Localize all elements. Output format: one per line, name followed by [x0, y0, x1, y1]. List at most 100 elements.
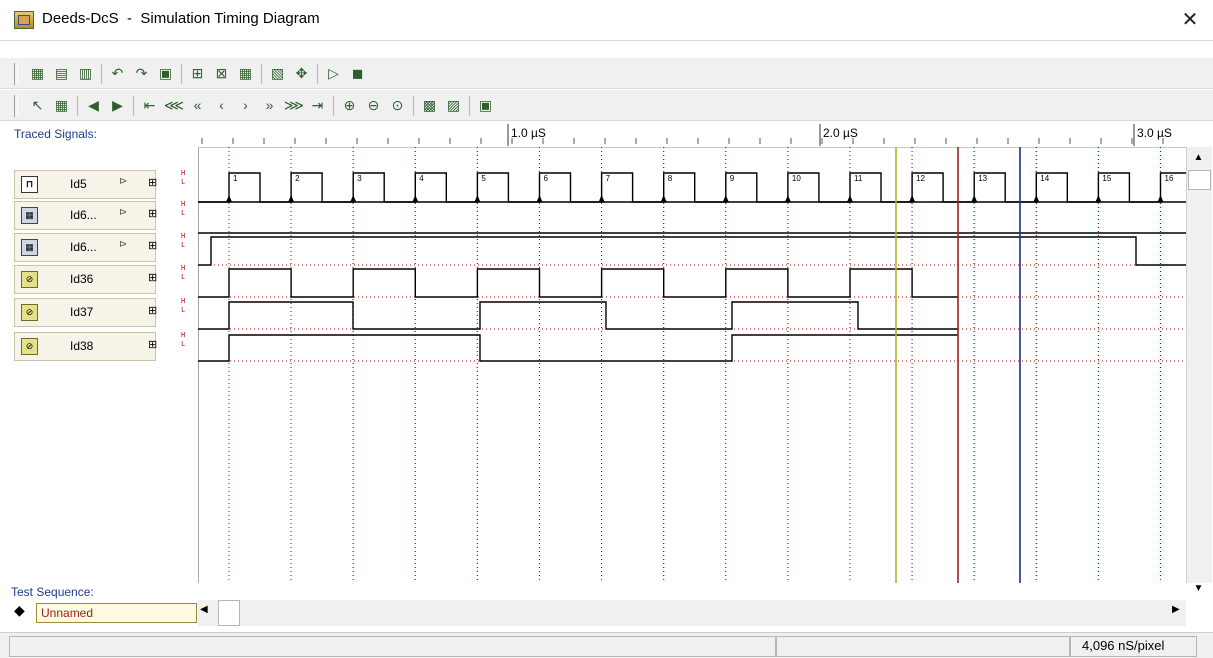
rising-edge-marker [350, 195, 357, 202]
play-icon[interactable]: ▷ [324, 64, 343, 83]
clock-cycle-label: 8 [668, 174, 673, 183]
rising-edge-marker [1095, 195, 1102, 202]
waveform-area[interactable]: 1 2 3 4 5 6 7 8 9 10 11 12 13 14 15 16 [198, 147, 1186, 583]
export-icon[interactable]: ▩ [420, 96, 439, 115]
signal-row[interactable]: ⊘ Id37 ⊞ [14, 298, 157, 327]
rising-edge-marker [226, 195, 232, 202]
forward-icon[interactable]: » [260, 96, 279, 115]
clock-cycle-label: 7 [606, 174, 611, 183]
grid-icon[interactable]: ▦ [52, 96, 71, 115]
rising-edge-marker [909, 195, 916, 202]
clock-cycle-label: 15 [1102, 174, 1111, 183]
step-forward-icon[interactable]: › [236, 96, 255, 115]
clock-cycle-label: 14 [1040, 174, 1049, 183]
zoom-fit-icon[interactable]: ⊙ [388, 96, 407, 115]
clock-cycle-label: 10 [792, 174, 801, 183]
scroll-left-icon[interactable]: ◀ [200, 604, 208, 615]
logic-probe-icon: ⊘ [21, 304, 38, 321]
fast-forward-icon[interactable]: ⋙ [284, 96, 304, 115]
stop-icon[interactable]: ◼ [348, 64, 367, 83]
rising-edge-marker [474, 195, 481, 202]
new-timing-icon[interactable]: ▦ [28, 64, 47, 83]
signal-id6b-waveform [198, 236, 1186, 266]
first-icon[interactable]: ⇤ [140, 96, 159, 115]
logic-probe-icon: ⊘ [21, 338, 38, 355]
settings-icon[interactable]: ▨ [444, 96, 463, 115]
undo-icon[interactable]: ↶ [108, 64, 127, 83]
ruler-label: 1.0 µS [511, 126, 546, 140]
expand-icon[interactable]: ⊞ [148, 207, 157, 220]
rising-edge-marker [536, 195, 543, 202]
pointer-icon[interactable]: ↖ [28, 96, 47, 115]
test-sequence-field[interactable]: Unnamed [36, 603, 197, 623]
rising-edge-marker [722, 195, 729, 202]
arrow-icon[interactable]: ⊳ [119, 207, 127, 218]
vertical-scrollbar[interactable] [1186, 147, 1212, 583]
copy-icon[interactable]: ▣ [156, 64, 175, 83]
arrow-right-icon[interactable]: ▶ [108, 96, 127, 115]
level-labels: H L [181, 201, 186, 218]
signal-row[interactable]: ⊓ Id5 ⊳ ⊞ [14, 170, 157, 199]
last-icon[interactable]: ⇥ [308, 96, 327, 115]
sequence-icon: ▦ [21, 239, 38, 256]
signal-name: Id36 [70, 272, 94, 286]
save-icon[interactable]: ▥ [76, 64, 95, 83]
signal-name: Id38 [70, 339, 94, 353]
arrow-icon[interactable]: ⊳ [119, 239, 127, 250]
expand-icon[interactable]: ⊞ [148, 304, 157, 317]
step-back-icon[interactable]: ‹ [212, 96, 231, 115]
expand-icon[interactable]: ⊞ [148, 271, 157, 284]
signal-row[interactable]: ▦ Id6... ⊳ ⊞ [14, 233, 157, 262]
expand-icon[interactable]: ⊞ [148, 176, 157, 189]
remove-signal-icon[interactable]: ⊠ [212, 64, 231, 83]
level-labels: H L [181, 265, 186, 282]
clock-cycle-label: 16 [1165, 174, 1174, 183]
status-pane-main [9, 636, 776, 657]
scroll-up-icon[interactable]: ▲ [1188, 149, 1209, 167]
horizontal-scrollbar[interactable] [198, 600, 1186, 626]
vertical-scroll-thumb[interactable] [1188, 170, 1211, 190]
signal-row[interactable]: ⊘ Id36 ⊞ [14, 265, 157, 294]
zoom-out-icon[interactable]: ⊖ [364, 96, 383, 115]
chip-icon[interactable]: ▣ [476, 96, 495, 115]
insert-row-icon[interactable]: ▧ [268, 64, 287, 83]
horizontal-scroll-thumb[interactable] [218, 600, 240, 626]
toolbar-separator [469, 96, 470, 116]
signal-row[interactable]: ⊘ Id38 ⊞ [14, 332, 157, 361]
zoom-in-icon[interactable]: ⊕ [340, 96, 359, 115]
toolbar-separator [333, 96, 334, 116]
time-ruler: 1.0 µS 2.0 µS 3.0 µS [198, 122, 1186, 148]
status-pane-mid [776, 636, 1070, 657]
select-icon[interactable]: ✥ [292, 64, 311, 83]
open-icon[interactable]: ▤ [52, 64, 71, 83]
toolbar-separator [133, 96, 134, 116]
arrow-icon[interactable]: ⊳ [119, 176, 127, 187]
scroll-down-icon[interactable]: ▼ [1188, 580, 1209, 598]
clock-cycle-label: 13 [978, 174, 987, 183]
clock-waveform [198, 172, 1186, 203]
toolbar-separator [317, 64, 318, 84]
level-labels: H L [181, 298, 186, 315]
insert-column-icon[interactable]: ▦ [236, 64, 255, 83]
clock-cycle-label: 11 [854, 174, 863, 183]
expand-icon[interactable]: ⊞ [148, 338, 157, 351]
level-labels: H L [181, 170, 186, 187]
ruler-label: 2.0 µS [823, 126, 858, 140]
signal-row[interactable]: ▦ Id6... ⊳ ⊞ [14, 201, 157, 230]
add-signal-icon[interactable]: ⊞ [188, 64, 207, 83]
redo-icon[interactable]: ↷ [132, 64, 151, 83]
ruler-label: 3.0 µS [1137, 126, 1172, 140]
level-labels: H L [181, 332, 186, 349]
clock-cycle-label: 6 [544, 174, 549, 183]
logic-probe-icon: ⊘ [21, 271, 38, 288]
close-button[interactable]: ✕ [1170, 4, 1210, 36]
fast-rewind-icon[interactable]: ⋘ [164, 96, 184, 115]
expand-icon[interactable]: ⊞ [148, 239, 157, 252]
window-title: Deeds-DcS - Simulation Timing Diagram [42, 10, 320, 27]
rising-edge-marker [598, 195, 605, 202]
clock-cycle-label: 4 [419, 174, 424, 183]
rewind-icon[interactable]: « [188, 96, 207, 115]
signal-id36-waveform [198, 268, 958, 298]
arrow-left-icon[interactable]: ◀ [84, 96, 103, 115]
scroll-right-icon[interactable]: ▶ [1172, 604, 1180, 615]
